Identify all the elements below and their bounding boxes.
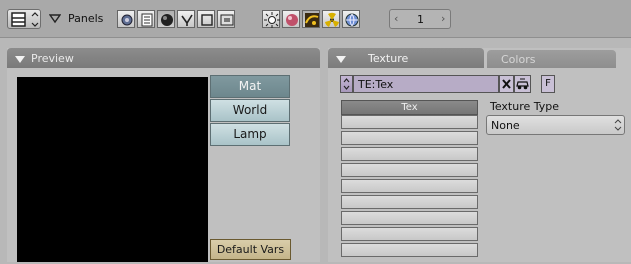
texture-channel-row[interactable] (341, 211, 478, 225)
preview-panel-header[interactable]: Preview (7, 48, 320, 68)
texture-type-label: Texture Type (490, 100, 560, 113)
texture-name-value: TE:Tex (358, 78, 394, 91)
editing-icon (201, 14, 213, 26)
texture-channel-row[interactable] (341, 163, 478, 177)
preview-panel-title: Preview (31, 52, 74, 65)
car-icon (516, 78, 529, 90)
up-down-arrows-icon (343, 78, 350, 90)
frame-number-value: 1 (417, 13, 424, 26)
up-down-arrows-icon (614, 119, 622, 131)
shading-icon (161, 14, 173, 26)
texture-channel-row[interactable] (341, 179, 478, 193)
preview-lamp-button[interactable]: Lamp (210, 123, 290, 146)
triangle-down-icon[interactable] (49, 14, 61, 24)
fake-user-link-button[interactable] (514, 75, 531, 93)
texture-channel-header: Tex (341, 100, 478, 115)
collapse-triangle-icon[interactable] (336, 56, 346, 63)
window-type-icon (11, 12, 39, 27)
default-vars-button[interactable]: Default Vars (210, 239, 291, 260)
buttons-window-header: Panels ‹ 1 › (0, 0, 631, 38)
radiosity-icon (325, 12, 339, 27)
lamp-context-button[interactable] (262, 10, 280, 28)
collapse-triangle-icon[interactable] (15, 56, 25, 63)
radiosity-context-button[interactable] (322, 10, 340, 28)
close-icon (502, 79, 511, 89)
texture-channel-row[interactable] (341, 195, 478, 209)
window-type-selector[interactable] (7, 9, 41, 29)
tab-colors-label: Colors (501, 53, 536, 66)
tab-colors[interactable]: Colors (487, 50, 616, 68)
world-icon (345, 13, 359, 27)
preview-render-area (17, 77, 208, 262)
texture-channel-row[interactable] (341, 115, 478, 129)
shading-context-button[interactable] (157, 10, 175, 28)
texture-type-value: None (491, 119, 520, 132)
texture-context-button[interactable] (302, 10, 320, 28)
preview-mat-button[interactable]: Mat (210, 75, 290, 98)
texture-channel-row[interactable] (341, 243, 478, 257)
texture-tabs: Texture Colors (328, 48, 631, 68)
editing-context-button[interactable] (197, 10, 215, 28)
logic-context-button[interactable] (117, 10, 135, 28)
object-icon (181, 14, 193, 26)
tab-texture-label: Texture (368, 52, 409, 65)
preview-world-button[interactable]: World (210, 99, 290, 122)
chevron-left-icon[interactable]: ‹ (394, 12, 398, 25)
fake-user-button[interactable]: F (541, 75, 555, 93)
texture-panel: Texture Colors TE:Tex F Tex Texture Type… (328, 48, 631, 262)
frame-number-field[interactable]: ‹ 1 › (389, 9, 451, 29)
texture-icon (305, 13, 319, 27)
texture-browse-menu[interactable] (340, 75, 353, 93)
script-icon (141, 13, 153, 27)
delete-texture-button[interactable] (499, 75, 514, 93)
world-context-button[interactable] (342, 10, 360, 28)
object-context-button[interactable] (177, 10, 195, 28)
texture-channel-row[interactable] (341, 131, 478, 145)
logic-icon (121, 14, 133, 26)
texture-name-field[interactable]: TE:Tex (353, 75, 499, 93)
scene-context-button[interactable] (217, 10, 235, 28)
material-context-button[interactable] (282, 10, 300, 28)
material-icon (286, 14, 298, 26)
lamp-icon (264, 12, 280, 28)
preview-panel: Preview Mat World Lamp Default Vars (7, 48, 320, 262)
texture-type-dropdown[interactable]: None (486, 115, 625, 135)
chevron-right-icon[interactable]: › (441, 12, 445, 25)
panels-label: Panels (68, 12, 104, 25)
tab-texture[interactable]: Texture (328, 48, 484, 68)
texture-channel-row[interactable] (341, 227, 478, 241)
texture-channel-row[interactable] (341, 147, 478, 161)
scene-icon (220, 14, 234, 26)
script-context-button[interactable] (137, 10, 155, 28)
